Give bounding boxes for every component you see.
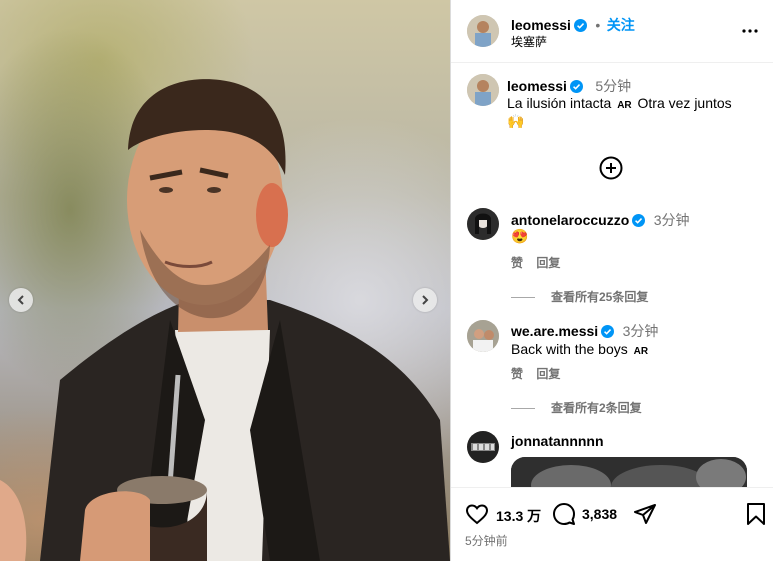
heart-icon: [465, 504, 489, 525]
like-button[interactable]: [465, 502, 489, 531]
comment-text: Back with the boys AR: [511, 341, 648, 357]
save-button[interactable]: [745, 502, 767, 531]
more-horizontal-icon: [742, 29, 758, 33]
comment-text-main: Back with the boys: [511, 341, 628, 357]
likes-count[interactable]: 13.3 万: [496, 506, 541, 526]
instagram-post-view: leomessi • 关注 埃塞萨 leomessi 5分钟 La ilusió…: [0, 0, 773, 561]
flag-ar-icon: AR: [633, 346, 649, 357]
comment-username[interactable]: antonelaroccuzzo: [511, 212, 629, 228]
post-header: leomessi • 关注 埃塞萨: [451, 0, 773, 63]
share-button[interactable]: [633, 502, 657, 531]
load-more-comments-button[interactable]: [599, 156, 623, 185]
caption-text: La ilusión intacta AR Otra vez juntos: [507, 95, 732, 111]
verified-badge-icon: [569, 80, 583, 93]
author-avatar[interactable]: [467, 15, 499, 47]
comment-avatar[interactable]: [467, 208, 499, 240]
caption-time[interactable]: 5分钟: [595, 78, 631, 94]
plus-circle-icon: [599, 156, 623, 180]
comment-reply-button[interactable]: 回复: [536, 367, 560, 381]
verified-badge-icon: [573, 19, 587, 32]
comment-text: 😍: [511, 228, 529, 244]
flag-ar-icon: AR: [617, 100, 632, 111]
comment-time[interactable]: 3分钟: [654, 212, 690, 228]
post-timestamp[interactable]: 5分钟前: [465, 532, 508, 549]
view-replies-label: 查看所有25条回复: [551, 290, 649, 304]
post-side-panel: leomessi • 关注 埃塞萨 leomessi 5分钟 La ilusió…: [450, 0, 773, 561]
previous-image-button[interactable]: [9, 288, 33, 312]
chevron-left-icon: [17, 295, 24, 305]
verified-badge-icon: [632, 214, 646, 227]
bookmark-icon: [747, 503, 765, 525]
view-replies-label: 查看所有2条回复: [551, 401, 642, 415]
caption-username[interactable]: leomessi: [507, 78, 567, 94]
comment-like-button[interactable]: 赞: [511, 256, 523, 270]
chevron-right-icon: [422, 295, 429, 305]
comment-like-button[interactable]: 赞: [511, 367, 523, 381]
reply-line-divider: [511, 408, 535, 410]
comment-avatar[interactable]: [467, 431, 499, 463]
comment-avatar[interactable]: [467, 320, 499, 352]
post-location[interactable]: 埃塞萨: [511, 33, 547, 50]
caption-avatar[interactable]: [467, 74, 499, 106]
comment-username[interactable]: we.are.messi: [511, 323, 598, 339]
caption-text-line1: La ilusión intacta: [507, 95, 612, 111]
comment-time[interactable]: 3分钟: [623, 323, 659, 339]
verified-badge-icon: [601, 325, 615, 338]
comment-image[interactable]: [511, 457, 747, 487]
view-replies-button[interactable]: 查看所有2条回复: [511, 399, 642, 416]
view-replies-button[interactable]: 查看所有25条回复: [511, 288, 648, 305]
post-media[interactable]: [0, 0, 450, 561]
separator-dot: •: [595, 17, 601, 33]
reply-line-divider: [511, 297, 535, 299]
paper-plane-icon: [634, 504, 656, 524]
post-actions-bar: 13.3 万 3,838 5分钟前: [451, 487, 773, 562]
next-image-button[interactable]: [413, 288, 437, 312]
comment-button[interactable]: [552, 502, 576, 531]
author-username[interactable]: leomessi: [511, 17, 571, 33]
post-photo: [0, 79, 450, 561]
comment-reply-button[interactable]: 回复: [536, 256, 560, 270]
caption-text-line1-tail: Otra vez juntos: [637, 95, 732, 111]
caption-emoji: 🙌: [507, 113, 525, 129]
follow-button[interactable]: 关注: [607, 17, 635, 33]
comment-bubble-icon: [553, 503, 575, 525]
comment-username[interactable]: jonnatannnnn: [511, 433, 604, 449]
comments-count[interactable]: 3,838: [582, 506, 617, 522]
more-options-button[interactable]: [741, 22, 759, 45]
